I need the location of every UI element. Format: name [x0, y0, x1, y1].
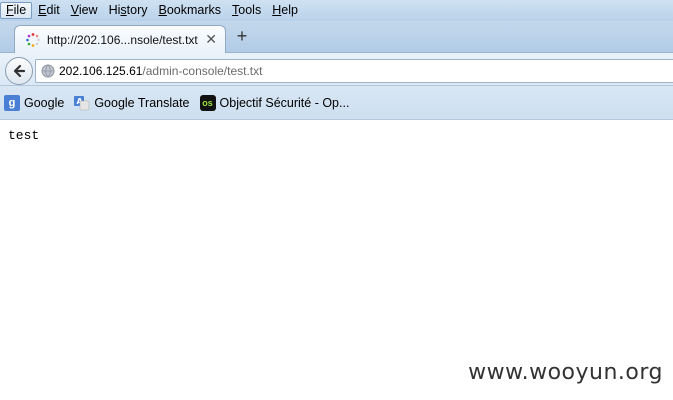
menu-tools[interactable]: Tools [227, 2, 266, 19]
new-tab-button[interactable]: + [233, 27, 251, 45]
url-host: 202.106.125.61 [59, 64, 143, 78]
url-path: /admin-console/test.txt [142, 64, 263, 78]
menu-edit[interactable]: Edit [33, 2, 65, 19]
objectif-securite-icon: os [199, 94, 216, 111]
back-arrow-icon [13, 64, 26, 78]
tab-title: http://202.106...nsole/test.txt [47, 32, 198, 47]
bookmark-label: Objectif Sécurité - Op... [219, 95, 350, 110]
file-text: test [8, 128, 40, 143]
menu-view[interactable]: View [66, 2, 103, 19]
page-content: test www.wooyun.org [0, 120, 673, 400]
tab-active[interactable]: http://202.106...nsole/test.txt ✕ [14, 25, 226, 53]
bookmark-google-translate[interactable]: A Google Translate [74, 95, 190, 111]
back-button[interactable] [5, 57, 33, 85]
loading-spinner-icon [26, 32, 40, 47]
bookmark-label: Google [24, 95, 65, 110]
menu-bar: File Edit View History Bookmarks Tools H… [0, 0, 673, 21]
bookmark-objectif-securite[interactable]: os Objectif Sécurité - Op... [199, 94, 350, 111]
bookmark-label: Google Translate [94, 95, 190, 110]
tab-strip: http://202.106...nsole/test.txt ✕ + [0, 21, 673, 53]
bookmark-google[interactable]: g Google [4, 94, 65, 111]
navigation-bar: 202.106.125.61/admin-console/test.txt [0, 53, 673, 86]
watermark: www.wooyun.org [468, 360, 663, 385]
close-tab-icon[interactable]: ✕ [205, 31, 217, 47]
menu-file[interactable]: File [0, 2, 33, 19]
translate-icon: A [74, 95, 90, 110]
menu-bookmarks[interactable]: Bookmarks [154, 2, 227, 19]
bookmarks-bar: g Google A Google Translate os Objectif … [0, 86, 673, 120]
menu-history[interactable]: History [104, 2, 153, 19]
globe-icon [41, 64, 55, 78]
menu-help[interactable]: Help [267, 2, 303, 19]
google-icon: g [4, 94, 20, 111]
url-bar[interactable]: 202.106.125.61/admin-console/test.txt [35, 59, 673, 83]
